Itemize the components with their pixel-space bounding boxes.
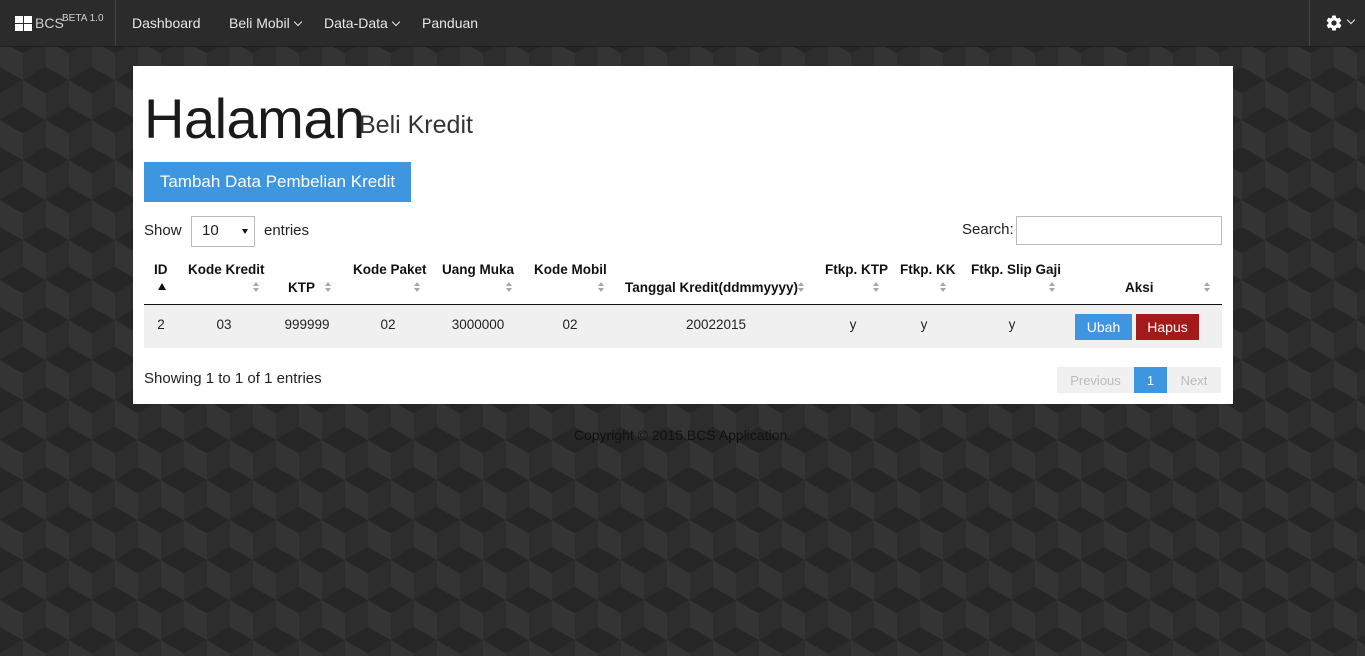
chevron-down-icon xyxy=(1346,15,1356,25)
col-header-kode-paket[interactable]: Kode Paket xyxy=(353,262,427,277)
sort-up-icon xyxy=(598,282,604,286)
cell-ktp: 999999 xyxy=(284,317,330,332)
sort-down-icon xyxy=(873,288,879,292)
brand-name: BCS xyxy=(35,15,64,31)
nav-panduan[interactable]: Panduan xyxy=(422,15,478,31)
nav-data-data[interactable]: Data-Data xyxy=(324,15,401,31)
sort-down-icon xyxy=(1049,288,1055,292)
entries-label: entries xyxy=(264,222,310,239)
sort-up-icon xyxy=(798,282,804,286)
brand[interactable]: BCS BETA 1.0 xyxy=(0,0,116,46)
delete-button[interactable]: Hapus xyxy=(1136,314,1199,340)
sort-up-icon xyxy=(1049,282,1055,286)
sort-down-icon xyxy=(598,288,604,292)
search-label: Search: xyxy=(962,221,1014,238)
sort-down-icon xyxy=(1204,288,1210,292)
sort-up-icon xyxy=(873,282,879,286)
edit-button[interactable]: Ubah xyxy=(1075,314,1132,340)
col-header-aksi[interactable]: Aksi xyxy=(1125,280,1154,295)
page-title: Halaman xyxy=(144,87,365,150)
cell-uang-muka: 3000000 xyxy=(451,317,505,332)
grid-logo-icon xyxy=(15,16,32,31)
cell-kode-paket: 02 xyxy=(380,317,396,332)
sort-asc-icon xyxy=(158,283,166,290)
sort-up-icon xyxy=(414,282,420,286)
nav-data-data-label: Data-Data xyxy=(324,15,388,31)
pagination-previous[interactable]: Previous xyxy=(1057,367,1134,393)
sort-down-icon xyxy=(506,288,512,292)
cell-ftkp-ktp: y xyxy=(849,317,857,332)
footer-copyright: Copyright © 2015 BCS Application. xyxy=(573,427,792,443)
entries-value: 10 xyxy=(202,222,219,239)
nav-beli-mobil-label: Beli Mobil xyxy=(229,15,290,31)
sort-up-icon xyxy=(253,282,259,286)
sort-up-icon xyxy=(1204,282,1210,286)
entries-select[interactable]: 10 xyxy=(191,216,255,247)
col-header-id[interactable]: ID xyxy=(154,262,168,277)
sort-down-icon xyxy=(325,288,331,292)
sort-up-icon xyxy=(506,282,512,286)
settings-menu[interactable] xyxy=(1309,0,1365,46)
cell-ftkp-kk: y xyxy=(920,317,928,332)
sort-up-icon xyxy=(940,282,946,286)
top-navbar: BCS BETA 1.0 Dashboard Beli Mobil Data-D… xyxy=(0,0,1365,47)
sort-down-icon xyxy=(253,288,259,292)
sort-down-icon xyxy=(940,288,946,292)
brand-version: BETA 1.0 xyxy=(62,13,104,24)
page-subtitle: Beli Kredit xyxy=(359,111,473,139)
col-header-tanggal-kredit[interactable]: Tanggal Kredit(ddmmyyyy) xyxy=(625,280,798,295)
nav-dashboard-label: Dashboard xyxy=(132,15,201,31)
chevron-down-icon xyxy=(391,17,401,27)
col-header-uang-muka[interactable]: Uang Muka xyxy=(442,262,514,277)
sort-up-icon xyxy=(325,282,331,286)
table-info: Showing 1 to 1 of 1 entries xyxy=(144,370,322,387)
col-header-kode-kredit[interactable]: Kode Kredit xyxy=(188,262,265,277)
cell-id: 2 xyxy=(157,317,165,332)
col-header-ftkp-slip-gaji[interactable]: Ftkp. Slip Gaji xyxy=(971,262,1061,277)
gear-icon xyxy=(1326,15,1342,31)
nav-panduan-label: Panduan xyxy=(422,15,479,31)
pagination-next[interactable]: Next xyxy=(1167,367,1221,393)
col-header-ftkp-ktp[interactable]: Ftkp. KTP xyxy=(825,262,888,277)
nav-dashboard[interactable]: Dashboard xyxy=(132,15,201,31)
dropdown-arrow-icon xyxy=(242,229,248,234)
sort-down-icon xyxy=(414,288,420,292)
cell-tanggal-kredit: 20022015 xyxy=(685,317,747,332)
col-header-kode-mobil[interactable]: Kode Mobil xyxy=(534,262,607,277)
show-label: Show xyxy=(144,222,182,239)
search-input[interactable] xyxy=(1016,216,1222,245)
sort-down-icon xyxy=(798,288,804,292)
col-header-ftkp-kk[interactable]: Ftkp. KK xyxy=(900,262,956,277)
content-card: Halaman Beli Kredit Tambah Data Pembelia… xyxy=(133,66,1233,404)
col-header-ktp[interactable]: KTP xyxy=(288,280,315,295)
cell-ftkp-slip-gaji: y xyxy=(1008,317,1016,332)
nav-beli-mobil[interactable]: Beli Mobil xyxy=(229,15,302,31)
cell-kode-mobil: 02 xyxy=(562,317,578,332)
cell-kode-kredit: 03 xyxy=(216,317,232,332)
pagination-page-1[interactable]: 1 xyxy=(1134,367,1167,393)
add-credit-purchase-button[interactable]: Tambah Data Pembelian Kredit xyxy=(144,162,411,202)
chevron-down-icon xyxy=(293,17,302,27)
